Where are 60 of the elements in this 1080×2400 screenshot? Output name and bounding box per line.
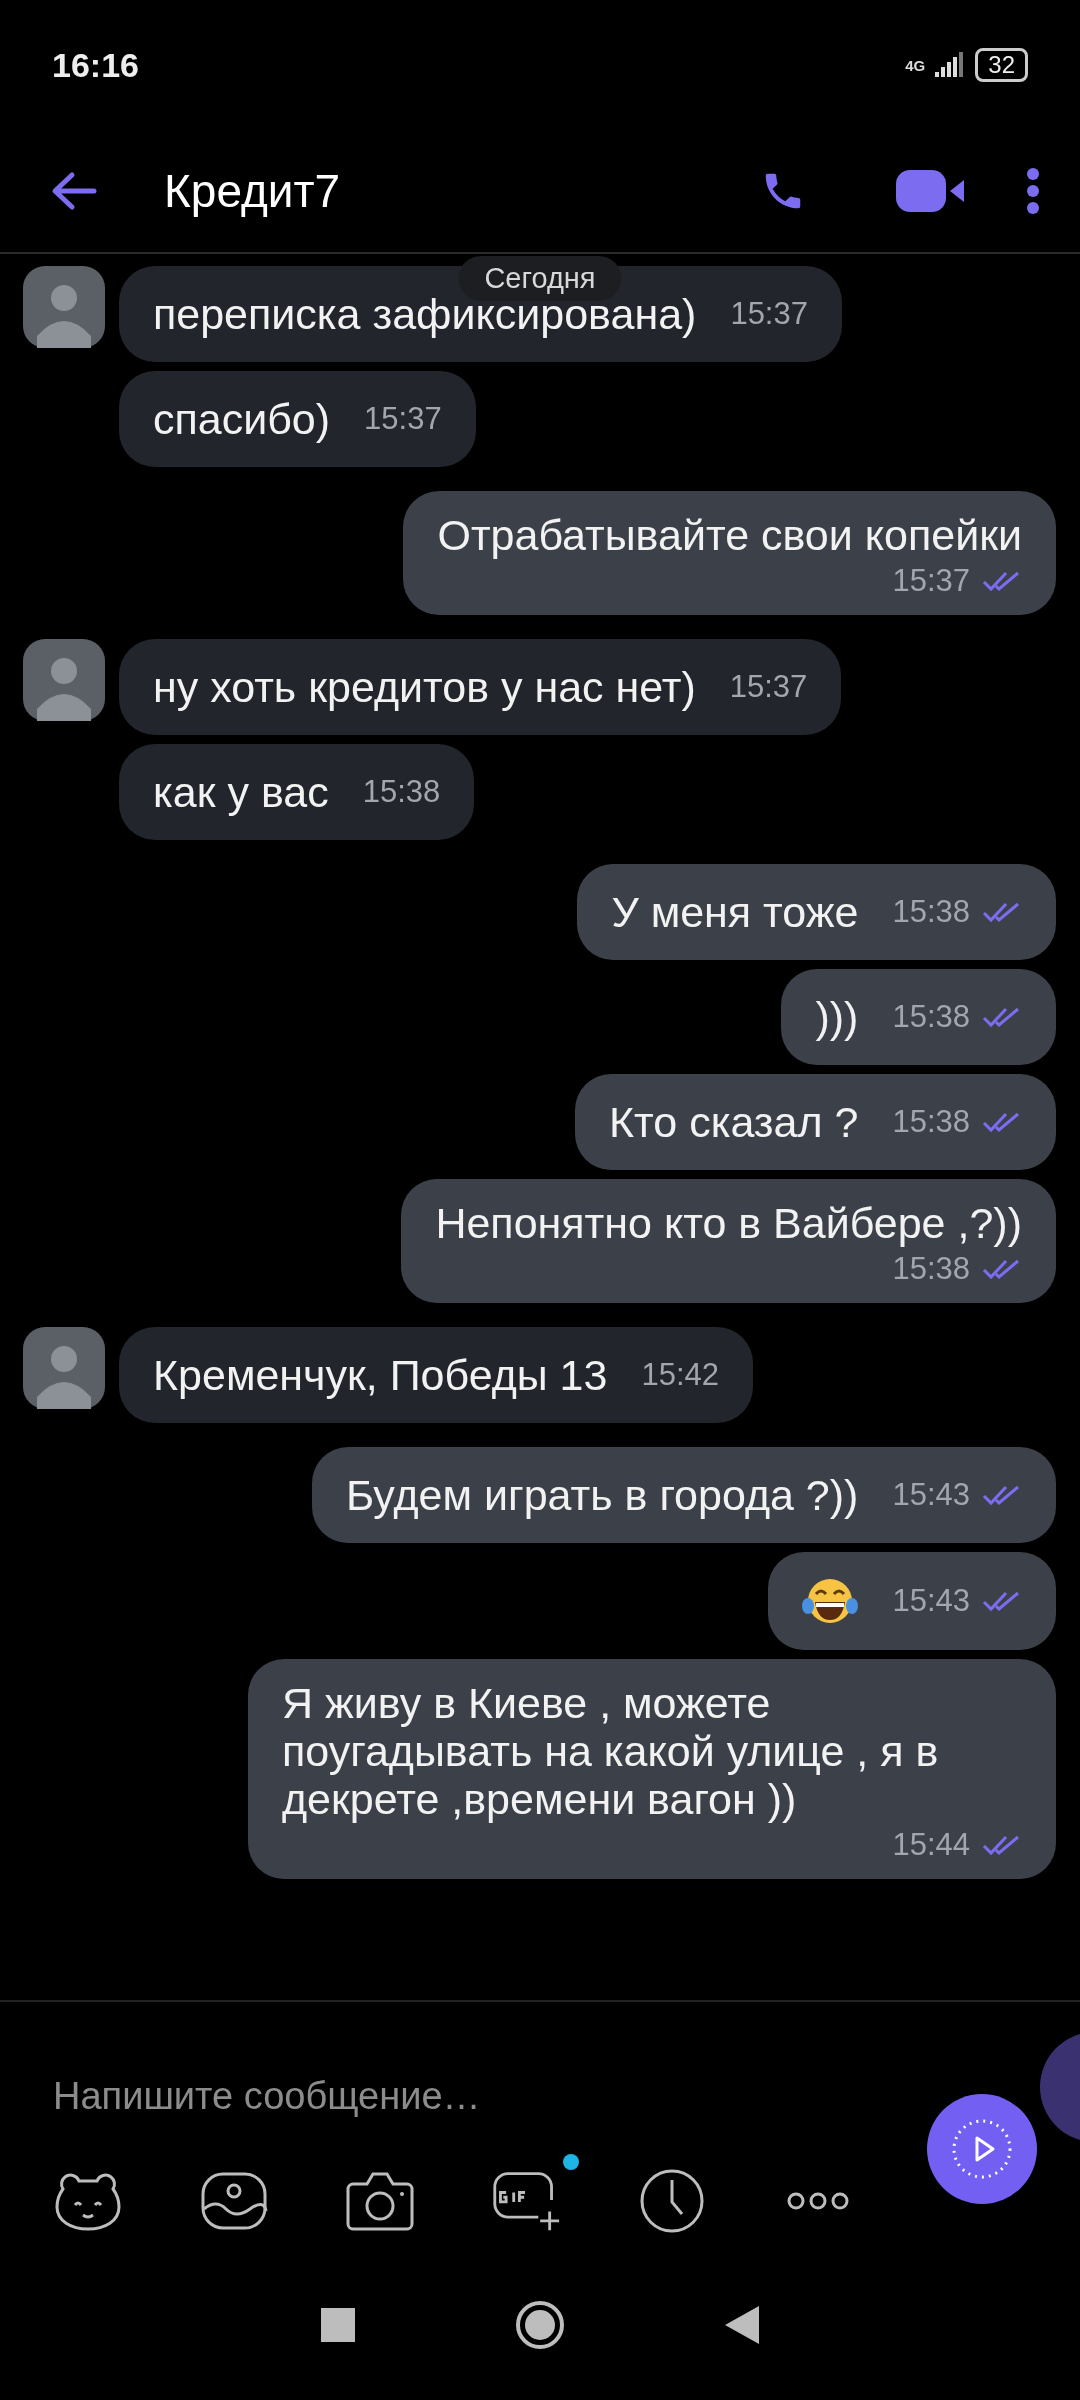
message-text: спасибо) (153, 395, 331, 443)
battery-level: 32 (975, 48, 1028, 82)
message-time: 15:44 (892, 1827, 970, 1863)
chat-title: Кредит7 (164, 164, 342, 218)
outgoing-message-bubble[interactable]: Будем играть в города ?)) 15:43 (312, 1447, 1056, 1543)
back-nav-icon[interactable] (725, 2306, 759, 2344)
avatar-icon[interactable] (23, 639, 105, 721)
message-time: 15:38 (892, 999, 970, 1035)
message-text: Отрабатывайте свои копейки (437, 511, 1022, 559)
double-check-icon (982, 1111, 1022, 1133)
message-time: 15:42 (641, 1357, 719, 1393)
message-time: 15:38 (362, 774, 441, 810)
message-time: 15:43 (892, 1477, 970, 1513)
avatar-icon[interactable] (23, 1327, 105, 1409)
outgoing-message-bubble[interactable]: Кто сказал ? 15:38 (575, 1074, 1056, 1170)
incoming-message-bubble[interactable]: спасибо) 15:37 (119, 371, 476, 467)
home-icon[interactable] (515, 2300, 565, 2350)
laughing-emoji-icon (802, 1576, 859, 1626)
double-check-icon (982, 570, 1022, 592)
message-text: Будем играть в города ?)) (346, 1471, 859, 1519)
incoming-message-bubble[interactable]: как у вас 15:38 (119, 744, 475, 840)
double-check-icon (982, 901, 1022, 923)
outgoing-message-bubble[interactable]: 15:43 (768, 1552, 1056, 1650)
more-icon[interactable] (1026, 167, 1040, 215)
message-text: Непонятно кто в Вайбере ,?)) (435, 1199, 1022, 1247)
incoming-message-bubble[interactable]: Кременчук, Победы 13 15:42 (119, 1327, 753, 1423)
message-text: Кременчук, Победы 13 (153, 1351, 608, 1399)
double-check-icon (982, 1006, 1022, 1028)
message-text: Я живу в Киеве , можете поугадывать на какой улице , я в декрете ,времени вагон )) (282, 1679, 940, 1823)
outgoing-message-bubble[interactable]: Непонятно кто в Вайбере ,?)) 15:38 (401, 1179, 1056, 1303)
outgoing-message-bubble[interactable]: Отрабатывайте свои копейки 15:37 (403, 491, 1056, 615)
signal-icon (935, 51, 966, 79)
message-text: ну хоть кредитов у нас нет) (153, 663, 696, 711)
message-time: 15:38 (892, 1104, 970, 1140)
message-text: как у вас (153, 768, 329, 816)
outgoing-message-bubble[interactable]: ))) 15:38 (781, 969, 1056, 1065)
message-text: У меня тоже (611, 888, 859, 936)
date-label: Сегодня (458, 256, 622, 301)
video-call-icon[interactable] (896, 168, 966, 214)
message-time: 15:37 (730, 296, 808, 332)
status-time: 16:16 (52, 45, 139, 85)
message-time: 15:37 (892, 563, 970, 599)
back-icon[interactable] (50, 171, 98, 211)
network-type: 4G (905, 56, 926, 74)
message-time: 15:37 (729, 669, 808, 705)
outgoing-message-bubble[interactable]: Я живу в Киеве , можете поугадывать на какой улице , я в декрете ,времени вагон )) 15:44 (248, 1659, 1056, 1879)
incoming-message-bubble[interactable]: ну хоть кредитов у нас нет) 15:37 (119, 639, 842, 735)
message-time: 15:38 (892, 1251, 970, 1287)
double-check-icon (982, 1484, 1022, 1506)
double-check-icon (982, 1258, 1022, 1280)
message-time: 15:37 (364, 401, 442, 437)
message-input[interactable]: Напишите сообщение… (53, 2066, 813, 2126)
message-text: Кто сказал ? (609, 1098, 859, 1146)
double-check-icon (982, 1834, 1022, 1856)
message-time: 15:38 (892, 894, 970, 930)
outgoing-message-bubble[interactable]: У меня тоже 15:38 (577, 864, 1056, 960)
double-check-icon (982, 1590, 1022, 1612)
avatar-icon[interactable] (23, 266, 105, 348)
message-text: ))) (815, 993, 859, 1041)
message-time: 15:43 (892, 1583, 970, 1619)
